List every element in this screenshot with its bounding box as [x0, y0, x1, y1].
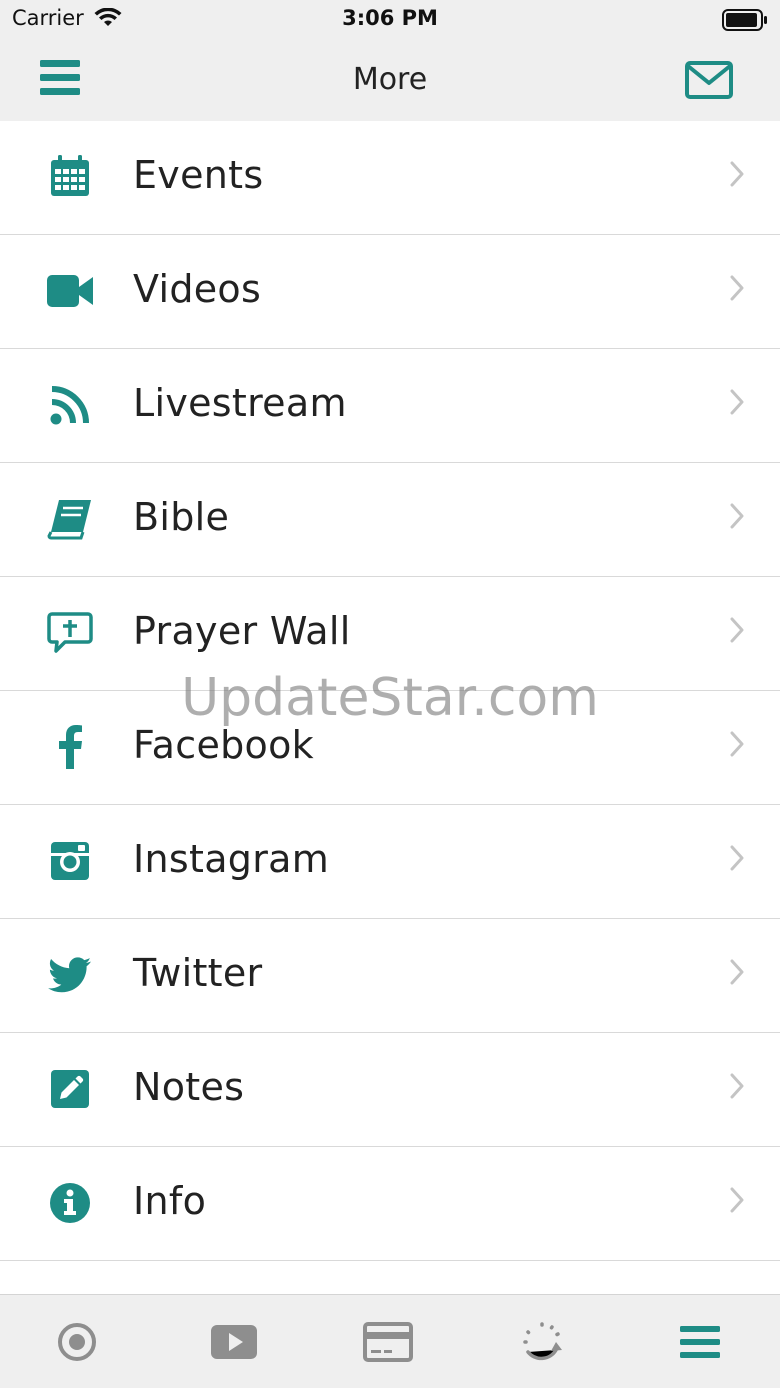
facebook-icon — [44, 723, 96, 771]
status-time: 3:06 PM — [342, 6, 438, 30]
menu-item-label: Twitter — [133, 951, 263, 995]
twitter-icon — [44, 951, 96, 999]
chevron-right-icon — [730, 389, 744, 419]
pencil-square-icon — [44, 1065, 96, 1113]
bottom-tab-bar — [0, 1294, 780, 1388]
chevron-right-icon — [730, 1187, 744, 1217]
menu-item-label: Prayer Wall — [133, 609, 351, 653]
tab-more[interactable] — [670, 1319, 730, 1365]
chevron-right-icon — [730, 1073, 744, 1103]
menu-item-prayer-wall[interactable]: Prayer Wall — [0, 577, 780, 691]
tab-refresh[interactable] — [512, 1319, 572, 1365]
chevron-right-icon — [730, 959, 744, 989]
menu-item-label: Facebook — [133, 723, 314, 767]
chevron-right-icon — [730, 503, 744, 533]
menu-item-label: Instagram — [133, 837, 330, 881]
menu-item-label: Notes — [133, 1065, 245, 1109]
chevron-right-icon — [730, 275, 744, 305]
menu-item-label: Livestream — [133, 381, 347, 425]
menu-item-partial[interactable] — [0, 1261, 780, 1294]
tab-videos[interactable] — [204, 1319, 264, 1365]
menu-item-events[interactable]: Events — [0, 121, 780, 235]
navigation-bar: More — [0, 40, 780, 121]
menu-item-label: Videos — [133, 267, 262, 311]
info-circle-icon — [44, 1179, 96, 1227]
menu-item-info[interactable]: Info — [0, 1147, 780, 1261]
video-camera-icon — [44, 267, 96, 315]
chevron-right-icon — [730, 617, 744, 647]
record-icon — [58, 1323, 96, 1361]
menu-item-label: Info — [133, 1179, 207, 1223]
battery-icon — [722, 9, 768, 35]
rss-icon — [44, 381, 96, 429]
chevron-right-icon — [730, 161, 744, 191]
menu-item-label: Events — [133, 153, 264, 197]
menu-item-instagram[interactable]: Instagram — [0, 805, 780, 919]
play-icon — [211, 1325, 257, 1359]
menu-item-livestream[interactable]: Livestream — [0, 349, 780, 463]
page-title: More — [352, 62, 428, 97]
tab-giving[interactable] — [358, 1319, 418, 1365]
menu-item-label: Bible — [133, 495, 230, 539]
chevron-right-icon — [730, 731, 744, 761]
book-icon — [44, 495, 96, 543]
tab-record[interactable] — [47, 1319, 107, 1365]
more-menu-list[interactable]: Events Videos Livestream Bible Prayer Wa… — [0, 121, 780, 1294]
chevron-right-icon — [730, 845, 744, 875]
spinner-icon — [523, 1322, 562, 1361]
menu-icon — [680, 1326, 720, 1358]
status-bar: Carrier 3:06 PM — [0, 0, 780, 40]
mail-button[interactable] — [684, 60, 736, 102]
prayer-bubble-icon — [44, 609, 96, 657]
credit-card-icon — [363, 1322, 413, 1362]
menu-item-bible[interactable]: Bible — [0, 463, 780, 577]
menu-item-facebook[interactable]: Facebook — [0, 691, 780, 805]
envelope-icon — [685, 61, 733, 99]
instagram-icon — [44, 837, 96, 885]
calendar-icon — [44, 153, 96, 201]
menu-item-twitter[interactable]: Twitter — [0, 919, 780, 1033]
menu-item-notes[interactable]: Notes — [0, 1033, 780, 1147]
menu-item-videos[interactable]: Videos — [0, 235, 780, 349]
